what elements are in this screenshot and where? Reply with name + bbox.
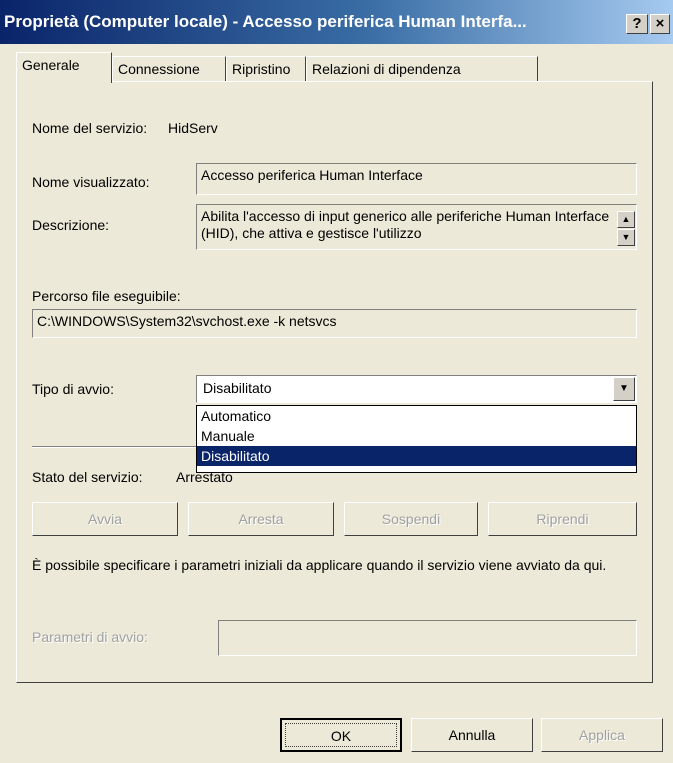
scroll-up-icon[interactable]: ▲ <box>617 211 635 228</box>
tab-generale[interactable]: Generale <box>16 52 112 83</box>
service-name-value: HidServ <box>168 120 218 136</box>
params-label: Parametri di avvio: <box>32 629 148 645</box>
description-text: Abilita l'accesso di input generico alle… <box>201 208 610 241</box>
exe-path-label: Percorso file eseguibile: <box>32 288 181 304</box>
display-name-field[interactable]: Accesso periferica Human Interface <box>196 163 637 195</box>
description-field[interactable]: Abilita l'accesso di input generico alle… <box>196 204 637 250</box>
cancel-button[interactable]: Annulla <box>411 718 533 752</box>
tab-relazioni-dipendenza[interactable]: Relazioni di dipendenza <box>306 56 538 82</box>
window-title: Proprietà (Computer locale) - Accesso pe… <box>4 12 527 31</box>
start-button[interactable]: Avvia <box>32 502 178 536</box>
scroll-down-icon[interactable]: ▼ <box>617 229 635 246</box>
exe-path-field: C:\WINDOWS\System32\svchost.exe -k netsv… <box>32 309 637 338</box>
help-button[interactable]: ? <box>626 14 648 34</box>
close-button[interactable]: × <box>650 14 670 34</box>
option-manuale[interactable]: Manuale <box>197 426 636 446</box>
title-bar: Proprietà (Computer locale) - Accesso pe… <box>0 0 673 44</box>
resume-button[interactable]: Riprendi <box>488 502 637 536</box>
description-label: Descrizione: <box>32 217 110 233</box>
startup-type-value: Disabilitato <box>203 380 272 396</box>
chevron-down-icon[interactable]: ▼ <box>613 377 635 401</box>
tab-connessione[interactable]: Connessione <box>112 56 226 82</box>
startup-type-select[interactable]: Disabilitato ▼ <box>196 375 637 403</box>
apply-button[interactable]: Applica <box>541 718 663 752</box>
option-automatico[interactable]: Automatico <box>197 406 636 426</box>
display-name-label: Nome visualizzato: <box>32 174 150 190</box>
params-hint: È possibile specificare i parametri iniz… <box>32 557 607 573</box>
stop-button[interactable]: Arresta <box>188 502 334 536</box>
startup-type-dropdown: Automatico Manuale Disabilitato <box>196 405 637 473</box>
pause-button[interactable]: Sospendi <box>344 502 478 536</box>
startup-type-label: Tipo di avvio: <box>32 381 114 397</box>
params-field[interactable] <box>218 620 637 656</box>
service-name-label: Nome del servizio: <box>32 120 148 136</box>
service-status-label: Stato del servizio: <box>32 469 143 485</box>
ok-button[interactable]: OK <box>280 718 402 752</box>
tab-ripristino[interactable]: Ripristino <box>226 56 306 82</box>
description-scrollbar[interactable]: ▲ ▼ <box>617 206 635 248</box>
option-disabilitato[interactable]: Disabilitato <box>197 446 636 466</box>
